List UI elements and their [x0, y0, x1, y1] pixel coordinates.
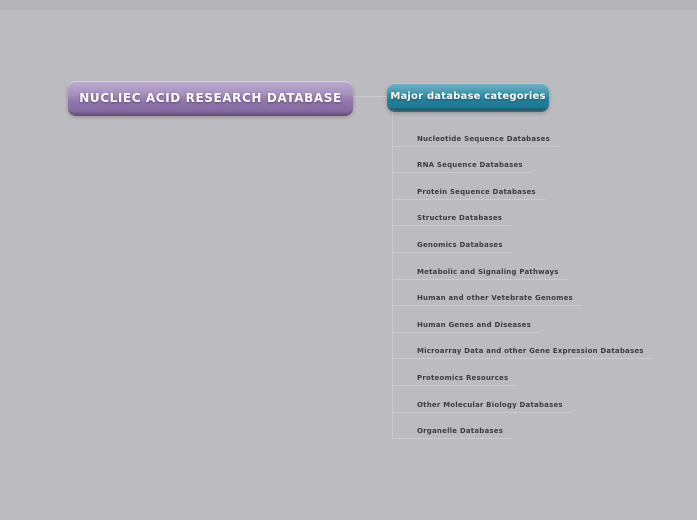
category-item[interactable]: Protein Sequence Databases	[392, 173, 545, 200]
category-item[interactable]: Human and other Vetebrate Genomes	[392, 280, 582, 307]
category-item[interactable]: Metabolic and Signaling Pathways	[392, 253, 568, 280]
root-node[interactable]: NUCLIEC ACID RESEARCH DATABASE	[68, 81, 353, 114]
mindmap-canvas: NUCLIEC ACID RESEARCH DATABASE Major dat…	[0, 0, 697, 520]
category-item[interactable]: Human Genes and Diseases	[392, 306, 540, 333]
category-list: Nucleotide Sequence Databases RNA Sequen…	[392, 110, 653, 439]
root-node-label: NUCLIEC ACID RESEARCH DATABASE	[79, 91, 342, 105]
category-item[interactable]: Structure Databases	[392, 200, 511, 227]
window-top-strip	[0, 0, 697, 10]
category-item[interactable]: Proteomics Resources	[392, 359, 517, 386]
category-item[interactable]: Other Molecular Biology Databases	[392, 386, 572, 413]
category-node[interactable]: Major database categories	[387, 83, 549, 110]
category-item[interactable]: Microarray Data and other Gene Expressio…	[392, 333, 653, 360]
category-node-label: Major database categories	[390, 91, 545, 102]
category-item[interactable]: Organelle Databases	[392, 413, 512, 440]
category-item[interactable]: Nucleotide Sequence Databases	[392, 120, 559, 147]
category-item[interactable]: Genomics Databases	[392, 226, 512, 253]
category-item[interactable]: RNA Sequence Databases	[392, 147, 532, 174]
root-to-category-connector	[353, 96, 387, 97]
